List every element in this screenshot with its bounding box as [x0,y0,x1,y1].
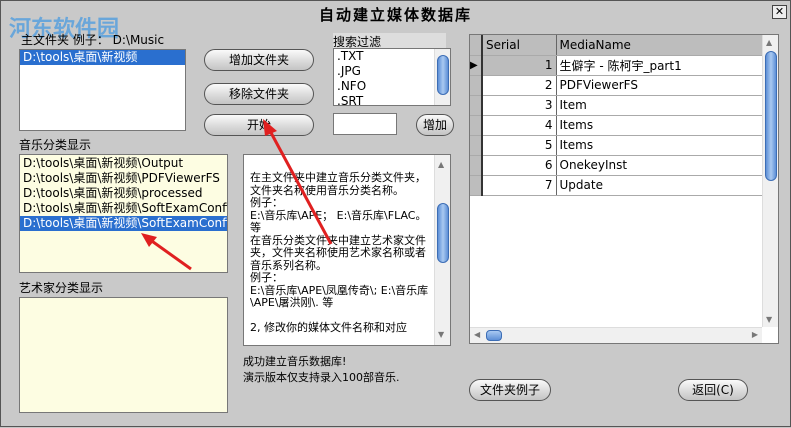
red-arrow-icon [148,237,192,271]
dialog-window: 自动建立媒体数据库 ✕ 河东软件园 主文件夹 例子： D:\Music D:\t… [0,0,791,427]
annotation-arrows [141,119,333,271]
red-arrow-icon [267,128,333,245]
